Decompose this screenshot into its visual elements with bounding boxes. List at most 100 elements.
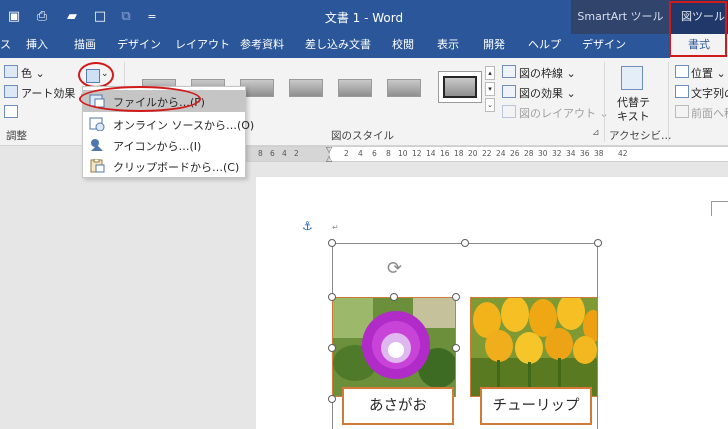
menu-item-label: アイコンから…(I) [113, 140, 202, 153]
rotate-handle-icon[interactable]: ⟳ [387, 258, 402, 279]
ruler-tick-label: 32 [552, 149, 562, 158]
divider [668, 62, 669, 142]
tab-1[interactable]: 挿入 [26, 34, 48, 58]
picture-effects-icon [502, 85, 516, 98]
picture-tulip[interactable] [470, 297, 598, 397]
paragraph-mark: ↵ [332, 223, 339, 232]
menu-item-icons[interactable]: アイコンから…(I) [83, 134, 245, 156]
adjust-group-label: 調整 [6, 130, 27, 142]
tab-2[interactable]: 描画 [74, 34, 96, 58]
caption-asagao[interactable]: あさがお [342, 387, 454, 425]
tab-11[interactable]: デザイン [582, 34, 626, 58]
resize-handle[interactable] [594, 239, 602, 247]
bring-forward-button[interactable]: 前面へ移 [691, 105, 728, 121]
resize-handle[interactable] [328, 239, 336, 247]
bring-forward-icon [675, 105, 689, 118]
ruler-tick-label: 18 [454, 149, 464, 158]
dialog-launcher-icon[interactable]: ⊿ [592, 128, 600, 138]
resize-handle[interactable] [452, 293, 460, 301]
smartart-tools-group: SmartArt ツール [571, 0, 670, 34]
style-thumbnail[interactable] [332, 71, 378, 105]
gallery-scroll-down[interactable]: ▾ [485, 82, 495, 96]
ruler-tick-label: 8 [386, 149, 391, 158]
color-button[interactable]: 色 ⌄ [21, 65, 45, 81]
style-thumbnail[interactable] [381, 71, 427, 105]
ruler-tick-label: 6 [270, 149, 275, 158]
ruler-tick-label: 38 [594, 149, 604, 158]
style-thumbnail-image [338, 79, 372, 97]
ruler-tick-label: 4 [282, 149, 287, 158]
ruler-tick-label: 8 [258, 149, 263, 158]
tab-4[interactable]: レイアウト [175, 34, 230, 58]
compress-picture-icon[interactable] [4, 105, 18, 118]
resize-handle[interactable] [328, 395, 336, 403]
ruler-tick-label: 10 [398, 149, 408, 158]
tab-9[interactable]: 開発 [483, 34, 505, 58]
tab-6[interactable]: 差し込み文書 [305, 34, 371, 58]
ruler-tick-label: 28 [524, 149, 534, 158]
ruler-tick-label: 4 [358, 149, 363, 158]
tab-5[interactable]: 参考資料 [240, 34, 284, 58]
resize-handle[interactable] [452, 344, 460, 352]
from-file-highlight [79, 86, 201, 112]
picture-tools-highlight [669, 1, 727, 57]
resize-handle[interactable] [390, 293, 398, 301]
ruler-tick-label: 2 [344, 149, 349, 158]
picture-border-button[interactable]: 図の枠線 ⌄ [519, 65, 576, 81]
art-effects-button[interactable]: アート効果 ⌄ [21, 85, 88, 101]
divider [604, 62, 605, 142]
ruler-tick-label: 42 [618, 149, 628, 158]
ruler-tick-label: 22 [482, 149, 492, 158]
resize-handle[interactable] [328, 293, 336, 301]
first-line-indent-marker[interactable]: ▽ [326, 145, 335, 154]
tab-0[interactable]: ス [0, 34, 11, 58]
ruler-tick-label: 16 [440, 149, 450, 158]
color-icon [4, 65, 18, 78]
ruler-tick-label: 30 [538, 149, 548, 158]
alt-text-button-line2[interactable]: キスト [617, 108, 650, 124]
ruler-tick-label: 34 [566, 149, 576, 158]
style-thumbnail-image [387, 79, 421, 97]
picture-morning-glory[interactable] [332, 297, 456, 397]
position-icon [675, 65, 689, 78]
ruler-tick-label: 26 [510, 149, 520, 158]
gallery-more[interactable]: ⌄ [485, 98, 495, 112]
change-picture-highlight [78, 62, 114, 88]
ruler-tick-label: 6 [372, 149, 377, 158]
ruler-tick-label: 20 [468, 149, 478, 158]
style-thumbnail[interactable] [283, 71, 329, 105]
accessibility-group-label: アクセシビ… [609, 130, 672, 142]
tab-3[interactable]: デザイン [117, 34, 161, 58]
alt-text-icon [621, 66, 643, 90]
picture-border-icon [502, 65, 516, 78]
horizontal-ruler[interactable]: 8 6 4 2 2 4 6 8 10 12 14 16 18 20 22 24 26 28 30 32 34 36 38 42… [246, 145, 728, 163]
tab-7[interactable]: 校閲 [392, 34, 414, 58]
gallery-scroll-up[interactable]: ▴ [485, 66, 495, 80]
style-thumbnail-image [289, 79, 323, 97]
caption-tulip[interactable]: チューリップ [480, 387, 592, 425]
wrap-text-icon [675, 85, 689, 98]
wrap-text-button[interactable]: 文字列の [691, 85, 728, 101]
margin-corner-mark [711, 201, 728, 216]
ruler-area: 8 6 4 2 2 4 6 8 10 12 14 16 18 20 22 24 26 28 30 32 34 36 38 42… [246, 145, 728, 163]
anchor-icon: ⚓ [302, 219, 313, 233]
online-picture-icon [89, 117, 105, 131]
tab-10[interactable]: ヘルプ [528, 34, 561, 58]
picture-effects-button[interactable]: 図の効果 ⌄ [519, 85, 576, 101]
menu-item-online-sources[interactable]: オンライン ソースから…(O) [83, 113, 254, 135]
ribbon-tabs: ス挿入 描画 デザイン レイアウト 参考資料 差し込み文書 校閲 表示 開発 ヘルプ デザイン [0, 34, 728, 58]
menu-item-label: クリップボードから…(C) [113, 161, 240, 174]
position-button[interactable]: 位置 ⌄ [691, 65, 726, 81]
resize-handle[interactable] [461, 239, 469, 247]
tab-8[interactable]: 表示 [437, 34, 459, 58]
ruler-tick-label: 36 [580, 149, 590, 158]
style-thumbnail-image [443, 76, 477, 98]
picture-layout-button[interactable]: 図のレイアウト ⌄ [519, 105, 609, 121]
resize-handle[interactable] [328, 344, 336, 352]
document-page[interactable]: ⚓ ↵ ⟳ あさがお チューリップ [256, 177, 728, 429]
hanging-indent-marker[interactable]: △ [326, 154, 335, 163]
style-thumbnail-selected[interactable] [438, 71, 482, 103]
clipboard-icon [90, 159, 105, 173]
menu-item-clipboard[interactable]: クリップボードから…(C) [83, 155, 245, 177]
picture-styles-group-label: 図のスタイル [331, 130, 394, 142]
